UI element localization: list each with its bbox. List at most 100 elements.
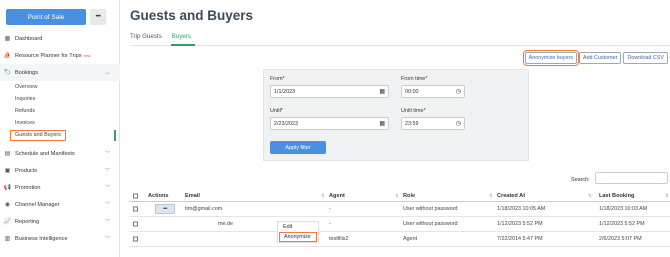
active-indicator	[114, 129, 116, 141]
until-time-label: Until time*	[401, 108, 426, 114]
header-agent[interactable]: Agent	[329, 193, 345, 199]
sidebar-item-business-intelligence[interactable]: ▥ Business Intelligence ﹀	[0, 230, 120, 247]
sidebar-subitem-invoices[interactable]: Invoices	[0, 117, 120, 129]
sidebar: Point of Sale ••• ▦ Dashboard ⛵ Resource…	[0, 0, 120, 257]
cell-created: 1/12/2023 5:52 PM	[497, 221, 543, 227]
sidebar-subitem-inquiries[interactable]: Inquiries	[0, 93, 120, 105]
from-label: From*	[270, 76, 285, 82]
schedule-icon: ▤	[4, 151, 11, 157]
sort-icon[interactable]: ⇅	[487, 193, 493, 199]
header-last-booking[interactable]: Last Booking	[599, 193, 634, 199]
until-date-input[interactable]: 2/23/2023 ▦	[270, 117, 389, 130]
sidebar-item-schedule[interactable]: ▤ Schedule and Manifests ﹀	[0, 145, 120, 162]
beta-badge: beta	[83, 53, 91, 58]
tab-buyers[interactable]: Buyers	[172, 33, 191, 40]
cell-agent: testfilis2	[329, 236, 349, 242]
clock-icon[interactable]: ◷	[456, 88, 461, 95]
sidebar-subitem-guests-row: Guests and Buyers	[0, 129, 120, 141]
point-of-sale-button[interactable]: Point of Sale	[6, 9, 86, 25]
header-created-label: Created At	[497, 193, 526, 199]
from-time-input[interactable]: 00:00 ◷	[401, 85, 465, 98]
action-buttons: Anonymize buyers Add Customer Download C…	[522, 50, 668, 66]
sidebar-item-label: Business Intelligence	[15, 235, 68, 242]
sidebar-item-dashboard[interactable]: ▦ Dashboard	[0, 30, 120, 47]
tab-trip-guests[interactable]: Trip Guests	[130, 33, 162, 40]
sidebar-item-bookings[interactable]: 🏷 Bookings ︿	[0, 64, 120, 81]
select-all-checkbox[interactable]	[133, 193, 138, 199]
from-time-value: 00:00	[405, 88, 419, 95]
sidebar-nav: ▦ Dashboard ⛵ Resource Planner for Trips…	[0, 30, 120, 247]
sidebar-item-label: Products	[15, 167, 38, 174]
filter-panel: From* 1/1/2023 ▦ From time* 00:00 ◷ Unti…	[263, 69, 529, 161]
more-options-button[interactable]: •••	[90, 9, 106, 25]
table-row: ••• tim@gmail.com - User without passwor…	[129, 202, 670, 217]
search-input[interactable]	[595, 172, 668, 184]
pos-row: Point of Sale •••	[6, 9, 106, 25]
header-last-label: Last Booking	[599, 193, 635, 199]
anonymize-buyers-button[interactable]: Anonymize buyers	[522, 50, 579, 66]
sidebar-subitem-refunds[interactable]: Refunds	[0, 105, 120, 117]
reporting-icon: 📈	[3, 219, 12, 225]
sidebar-item-promotion[interactable]: 📢 Promotion ﹀	[0, 179, 120, 196]
sidebar-subitem-guests-and-buyers[interactable]: Guests and Buyers	[10, 129, 66, 141]
row-checkbox[interactable]	[133, 221, 138, 227]
sidebar-item-products[interactable]: ▣ Products ﹀	[0, 162, 120, 179]
cell-created: 7/22/2014 5:47 PM	[497, 236, 543, 242]
from-date-input[interactable]: 1/1/2023 ▦	[270, 85, 389, 98]
cell-email: tim@gmail.com	[185, 206, 223, 212]
chevron-down-icon: ﹀	[104, 236, 110, 242]
cell-email: me.de	[218, 221, 233, 227]
until-time-value: 23:59	[405, 120, 419, 127]
table-row: testfilis2 Agent 7/22/2014 5:47 PM 2/6/2…	[129, 232, 670, 247]
row-checkbox[interactable]	[133, 236, 138, 242]
row-checkbox[interactable]	[133, 206, 138, 212]
header-role-label: Role	[403, 193, 416, 199]
chevron-down-icon: ﹀	[104, 185, 110, 191]
header-actions[interactable]: Actions	[148, 193, 169, 199]
sidebar-item-resource-planner[interactable]: ⛵ Resource Planner for Trips beta	[0, 47, 120, 64]
sidebar-item-label: Channel Manager	[15, 201, 60, 208]
chevron-up-icon: ︿	[104, 70, 110, 76]
apply-filter-button[interactable]: Apply filter	[270, 141, 326, 154]
sort-icon[interactable]: ⇅	[393, 193, 399, 199]
sidebar-item-label: Dashboard	[15, 35, 43, 42]
header-email[interactable]: Email	[185, 193, 200, 199]
sidebar-item-reporting[interactable]: 📈 Reporting ﹀	[0, 213, 120, 230]
cell-created: 1/18/2023 10:05 AM	[497, 206, 546, 212]
table-row: me.de - User without password 1/12/2023 …	[129, 217, 670, 232]
menu-item-anonymize[interactable]: Anonymize	[279, 232, 317, 242]
until-date-value: 2/23/2023	[274, 120, 298, 127]
sidebar-item-label: Promotion	[15, 184, 41, 191]
from-time-label: From time*	[401, 76, 428, 82]
sidebar-item-label: Reporting	[15, 218, 40, 225]
cell-agent: -	[329, 206, 331, 212]
clock-icon[interactable]: ◷	[456, 120, 461, 127]
row-actions-button[interactable]: •••	[155, 204, 175, 214]
menu-item-edit[interactable]: Edit	[278, 222, 318, 232]
sidebar-subitem-overview[interactable]: Overview	[0, 81, 120, 93]
sort-icon[interactable]: ⇅	[586, 193, 592, 199]
until-label: Until*	[270, 108, 283, 114]
search-label: Search:	[571, 177, 590, 183]
chevron-down-icon: ﹀	[104, 151, 110, 157]
calendar-icon[interactable]: ▦	[379, 88, 385, 95]
download-csv-button[interactable]: Download CSV	[623, 52, 668, 64]
cell-last-booking: 1/18/2023 10:03 AM	[599, 206, 648, 212]
sidebar-item-channel-manager[interactable]: ◉ Channel Manager ﹀	[0, 196, 120, 213]
header-created-at[interactable]: Created At	[497, 193, 525, 199]
until-time-input[interactable]: 23:59 ◷	[401, 117, 465, 130]
sort-icon[interactable]: ⇅	[319, 193, 325, 199]
header-role[interactable]: Role	[403, 193, 415, 199]
cell-role: Agent	[403, 236, 418, 242]
header-email-label: Email	[185, 193, 200, 199]
header-agent-label: Agent	[329, 193, 345, 199]
add-customer-button[interactable]: Add Customer	[578, 52, 622, 64]
table-header: Actions Email ⇅ Agent ⇅ Role ⇅ Created A…	[129, 191, 670, 202]
dashboard-icon: ▦	[4, 36, 11, 42]
page-title: Guests and Buyers	[130, 8, 254, 23]
cell-role: User without password	[403, 206, 458, 212]
tab-divider	[130, 45, 670, 46]
header-actions-label: Actions	[148, 193, 169, 199]
calendar-icon[interactable]: ▦	[379, 120, 385, 127]
sort-icon[interactable]: ⇅	[663, 193, 669, 199]
